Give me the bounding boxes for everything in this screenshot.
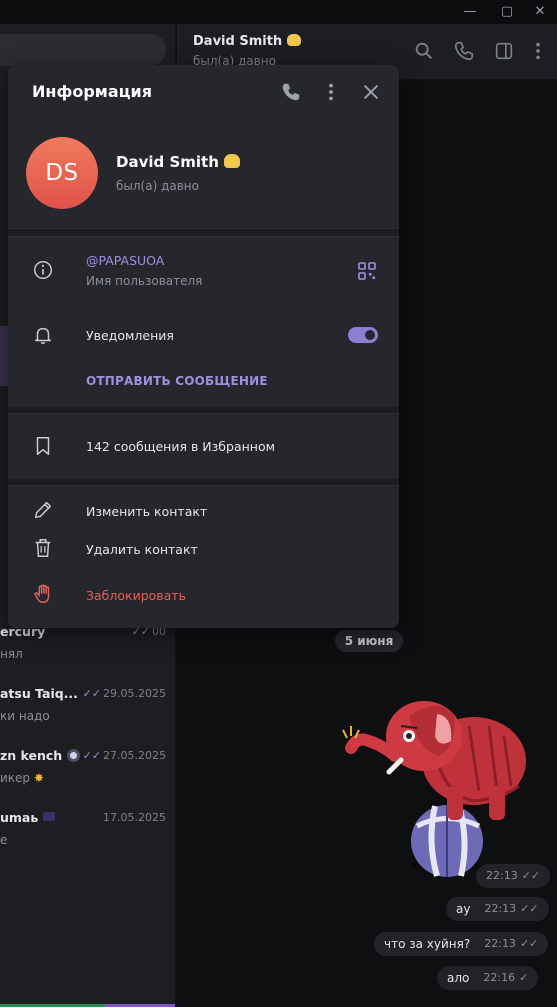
active-chat-highlight: [0, 326, 8, 386]
message-time: 22:13: [486, 869, 518, 882]
edit-contact-button[interactable]: Изменить контакт: [86, 504, 207, 519]
message-text: что за хуйня?: [384, 937, 471, 951]
window-titlebar: — ▢ ✕: [0, 0, 557, 24]
chat-list-item[interactable]: zn kench ✓✓ 27.05.2025 икер ✸: [0, 744, 175, 806]
message-time: 22:16: [483, 971, 516, 984]
message-time: 22:13: [484, 902, 517, 915]
profile-name-text: David Smith: [116, 153, 219, 171]
message-bubble[interactable]: что за хуйня? 22:13 ✓✓: [374, 932, 549, 956]
chat-name: atsu Taiq...: [0, 686, 78, 701]
notifications-toggle[interactable]: [348, 327, 378, 343]
block-user-button[interactable]: Заблокировать: [86, 588, 186, 603]
search-icon[interactable]: [413, 40, 435, 62]
saved-messages-item[interactable]: 142 сообщения в Избранном: [86, 439, 275, 454]
message-time: 22:13: [484, 937, 516, 950]
read-check-icon: ✓✓: [519, 937, 539, 950]
elephant-sticker-image[interactable]: [339, 686, 534, 886]
chat-preview: нял: [0, 647, 23, 661]
sidebar-toggle-icon[interactable]: [493, 40, 515, 62]
read-check-icon: ✓✓: [521, 869, 541, 882]
read-ticks-icon: ✓✓: [82, 687, 102, 700]
username-value[interactable]: @PAPASUOA: [86, 253, 164, 268]
chat-name: umaь: [0, 810, 55, 825]
search-input[interactable]: [0, 34, 166, 66]
send-message-button[interactable]: ОТПРАВИТЬ СООБЩЕНИЕ: [86, 374, 268, 388]
delete-contact-button[interactable]: Удалить контакт: [86, 542, 198, 557]
message-bubble[interactable]: 22:13 ✓✓: [476, 864, 551, 888]
duck-emoji-icon: [286, 34, 301, 46]
sparkle-emoji-icon: ✸: [33, 771, 44, 785]
section-divider: [8, 477, 399, 486]
call-icon[interactable]: [280, 81, 302, 103]
chat-time: 17.05.2025: [103, 811, 166, 824]
date-separator: 5 июня: [335, 630, 403, 652]
chat-preview: икер ✸: [0, 771, 44, 785]
notifications-label: Уведомления: [86, 328, 174, 343]
chat-name-text: zn kench: [0, 748, 63, 763]
eye-emoji-icon: [66, 749, 80, 762]
close-icon[interactable]: [360, 81, 382, 103]
chat-list-item[interactable]: ercury ✓✓ 00 нял: [0, 620, 175, 682]
chat-time: ✓✓ 29.05.2025: [83, 687, 166, 700]
chat-preview-text: икер: [0, 771, 31, 785]
qr-code-icon[interactable]: [358, 262, 376, 280]
badge-icon: [42, 812, 55, 821]
chat-list-item[interactable]: umaь 17.05.2025 е: [0, 806, 175, 868]
info-icon: [34, 261, 52, 279]
message-text: ало: [447, 971, 470, 985]
more-icon[interactable]: [527, 40, 549, 62]
chat-name: zn kench: [0, 748, 80, 763]
chat-title: David Smith: [193, 34, 301, 49]
read-ticks-icon: ✓✓: [82, 749, 102, 762]
chat-time: ✓✓ 27.05.2025: [83, 749, 166, 762]
chat-title-text: David Smith: [193, 34, 283, 49]
avatar[interactable]: DS: [26, 137, 98, 209]
chat-list-item[interactable]: atsu Taiq... ✓✓ 29.05.2025 ки надо: [0, 682, 175, 744]
chat-time-text: 29.05.2025: [103, 687, 166, 700]
more-icon[interactable]: [320, 81, 342, 103]
read-check-icon: ✓: [519, 971, 529, 984]
bookmark-icon: [36, 437, 50, 455]
read-check-icon: ✓✓: [520, 902, 539, 915]
minimize-button[interactable]: —: [460, 3, 480, 21]
message-bubble[interactable]: ау 22:13 ✓✓: [446, 897, 549, 921]
hand-stop-icon: [34, 584, 50, 603]
close-window-button[interactable]: ✕: [530, 3, 550, 21]
chat-preview: е: [0, 833, 8, 847]
pencil-icon: [34, 501, 52, 519]
section-divider: [8, 405, 399, 414]
username-label: Имя пользователя: [86, 274, 203, 288]
bell-icon: [34, 327, 52, 344]
maximize-button[interactable]: ▢: [497, 3, 517, 21]
chat-preview: ки надо: [0, 709, 50, 723]
panel-title: Информация: [32, 82, 152, 101]
message-text: ау: [456, 902, 471, 916]
section-divider: [8, 228, 399, 237]
chat-time-text: 27.05.2025: [103, 749, 166, 762]
profile-name: David Smith: [116, 153, 241, 171]
call-icon[interactable]: [453, 40, 475, 62]
toggle-knob: [363, 328, 377, 342]
chat-name-text: umaь: [0, 810, 39, 825]
profile-status: был(а) давно: [116, 179, 199, 193]
message-bubble[interactable]: ало 22:16 ✓: [437, 966, 539, 990]
duck-emoji-icon: [224, 154, 241, 168]
trash-icon: [35, 539, 51, 557]
user-info-panel: Информация DS David Smith был(а) давно @…: [8, 65, 399, 628]
